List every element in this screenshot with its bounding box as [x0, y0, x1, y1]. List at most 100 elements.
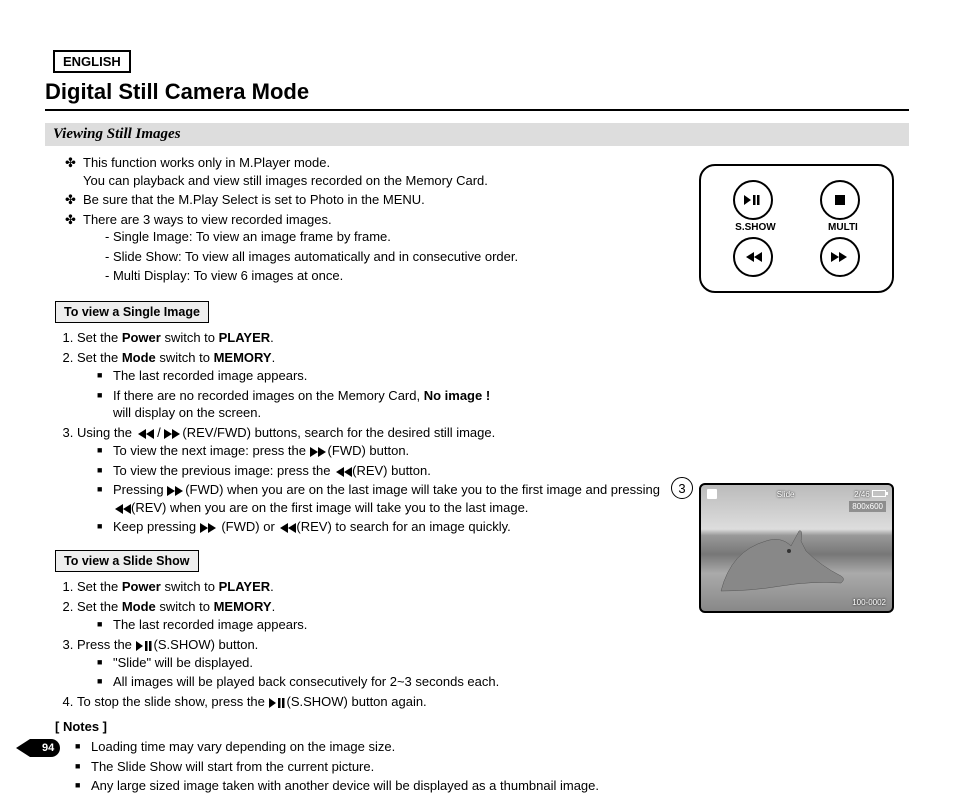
substep: If there are no recorded images on the M…	[97, 387, 669, 422]
slide-label: Slide	[777, 490, 795, 499]
rev-button	[733, 237, 773, 277]
lcd-preview: Slide 2/46 800x600 100-0002	[699, 483, 894, 613]
main-content: This function works only in M.Player mod…	[45, 154, 669, 797]
text: (FWD) or	[218, 519, 279, 534]
step: Set the Mode switch to MEMORY. The last …	[77, 349, 669, 422]
text: (REV) when you are on the first image wi…	[131, 500, 528, 515]
step: Set the Power switch to PLAYER.	[77, 578, 669, 596]
note-item: Loading time may vary depending on the i…	[75, 738, 669, 756]
text: Set the	[77, 599, 122, 614]
multi-label: MULTI	[828, 222, 858, 233]
text: switch to	[156, 599, 214, 614]
view-mode: Slide Show: To view all images automatic…	[105, 248, 669, 266]
text: .	[270, 579, 274, 594]
text: MEMORY	[214, 350, 272, 365]
slide-show-heading: To view a Slide Show	[55, 550, 199, 572]
single-image-steps: Set the Power switch to PLAYER. Set the …	[45, 329, 669, 536]
text: To view the previous image: press the	[113, 463, 334, 478]
fwd-button	[820, 237, 860, 277]
text: If there are no recorded images on the M…	[113, 388, 424, 403]
text: (REV) button.	[352, 463, 431, 478]
text: No image !	[424, 388, 490, 403]
rev-icon	[136, 429, 154, 439]
text: (S.SHOW) button.	[154, 637, 259, 652]
intro-list: This function works only in M.Player mod…	[45, 154, 669, 285]
text: will display on the screen.	[113, 405, 261, 420]
page-number: 94	[30, 739, 60, 757]
slide-show-steps: Set the Power switch to PLAYER. Set the …	[45, 578, 669, 711]
text: MEMORY	[214, 599, 272, 614]
substep: Pressing (FWD) when you are on the last …	[97, 481, 669, 516]
step: Using the / (REV/FWD) buttons, search fo…	[77, 424, 669, 536]
language-badge: ENGLISH	[53, 50, 131, 73]
text: Power	[122, 330, 161, 345]
view-mode: Multi Display: To view 6 images at once.	[105, 267, 669, 285]
page-title: Digital Still Camera Mode	[45, 79, 909, 111]
play-pause-icon	[269, 698, 287, 708]
step: Set the Power switch to PLAYER.	[77, 329, 669, 347]
text: (REV) to search for an image quickly.	[296, 519, 510, 534]
substep: To view the previous image: press the (R…	[97, 462, 669, 480]
file-number: 100-0002	[852, 598, 886, 607]
text: Keep pressing	[113, 519, 200, 534]
battery-icon	[872, 490, 886, 497]
button-panel-diagram: S.SHOW MULTI	[699, 164, 894, 293]
text: (REV/FWD) buttons, search for the desire…	[182, 425, 495, 440]
step: Set the Mode switch to MEMORY. The last …	[77, 598, 669, 634]
text: To stop the slide show, press the	[77, 694, 269, 709]
text: To view the next image: press the	[113, 443, 310, 458]
text: Pressing	[113, 482, 167, 497]
text: Set the	[77, 579, 122, 594]
note-item: The Slide Show will start from the curre…	[75, 758, 669, 776]
substep: To view the next image: press the (FWD) …	[97, 442, 669, 460]
text: switch to	[161, 330, 219, 345]
rev-icon	[113, 504, 131, 514]
substep: The last recorded image appears.	[97, 367, 669, 385]
substep: All images will be played back consecuti…	[97, 673, 669, 691]
fwd-icon	[164, 429, 182, 439]
note-item: Any large sized image taken with another…	[75, 777, 669, 795]
text: (S.SHOW) button again.	[287, 694, 427, 709]
text: PLAYER	[219, 330, 271, 345]
stop-button	[820, 180, 860, 220]
text: (FWD) button.	[328, 443, 410, 458]
text: Set the	[77, 330, 122, 345]
intro-item: Be sure that the M.Play Select is set to…	[65, 191, 669, 209]
step: To stop the slide show, press the (S.SHO…	[77, 693, 669, 711]
view-mode: Single Image: To view an image frame by …	[105, 228, 669, 246]
substep: Keep pressing (FWD) or (REV) to search f…	[97, 518, 669, 536]
step: Press the (S.SHOW) button. "Slide" will …	[77, 636, 669, 691]
memory-card-icon	[707, 489, 717, 499]
text: (FWD) when you are on the last image wil…	[185, 482, 660, 497]
section-heading: Viewing Still Images	[45, 123, 909, 146]
text: There are 3 ways to view recorded images…	[83, 212, 332, 227]
dolphin-image	[711, 521, 851, 601]
text: .	[270, 330, 274, 345]
step-number-badge: 3	[671, 477, 693, 499]
intro-item: This function works only in M.Player mod…	[65, 154, 669, 189]
intro-item: There are 3 ways to view recorded images…	[65, 211, 669, 285]
text: /	[154, 425, 165, 440]
notes-heading: [ Notes ]	[55, 719, 669, 734]
preview-wrap: 3 Slide 2/46 800x600 100-0002	[699, 483, 909, 613]
rev-icon	[278, 523, 296, 533]
text: You can playback and view still images r…	[83, 173, 488, 188]
resolution-label: 800x600	[849, 501, 886, 512]
substep: The last recorded image appears.	[97, 616, 669, 634]
text: switch to	[156, 350, 214, 365]
text: Mode	[122, 599, 156, 614]
text: Mode	[122, 350, 156, 365]
image-counter: 2/46	[854, 490, 870, 499]
text: .	[272, 350, 276, 365]
sshow-label: S.SHOW	[735, 222, 776, 233]
text: PLAYER	[219, 579, 271, 594]
notes-list: Loading time may vary depending on the i…	[45, 738, 669, 795]
text: Using the	[77, 425, 136, 440]
text: switch to	[161, 579, 219, 594]
view-modes-list: Single Image: To view an image frame by …	[83, 228, 669, 285]
play-pause-icon	[136, 641, 154, 651]
play-pause-button	[733, 180, 773, 220]
substep: "Slide" will be displayed.	[97, 654, 669, 672]
text: Press the	[77, 637, 136, 652]
text: Set the	[77, 350, 122, 365]
